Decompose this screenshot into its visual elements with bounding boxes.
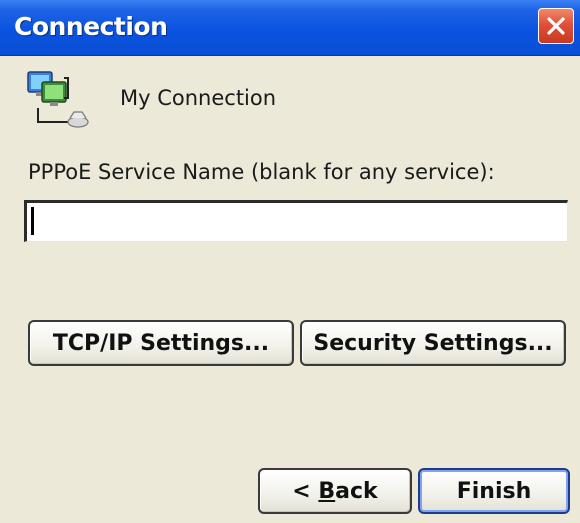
close-icon (545, 15, 567, 37)
back-button-rest: ack (335, 478, 378, 504)
connection-name: My Connection (120, 86, 277, 110)
title-bar[interactable]: Connection (0, 0, 580, 56)
back-button-mnemonic: B (318, 478, 336, 504)
finish-button[interactable]: Finish (418, 468, 570, 514)
service-name-input[interactable] (24, 200, 568, 242)
service-name-label: PPPoE Service Name (blank for any servic… (28, 160, 495, 184)
connection-dialog: Connection My Connection PPPoE Service N… (0, 0, 580, 523)
window-title: Connection (14, 12, 168, 41)
close-button[interactable] (538, 8, 574, 44)
back-button[interactable]: < Back (258, 468, 412, 514)
tcpip-settings-button[interactable]: TCP/IP Settings... (28, 320, 294, 366)
back-button-prefix: < (292, 478, 319, 504)
network-connection-icon (24, 68, 92, 130)
text-caret (31, 207, 34, 235)
security-settings-button[interactable]: Security Settings... (300, 320, 566, 366)
